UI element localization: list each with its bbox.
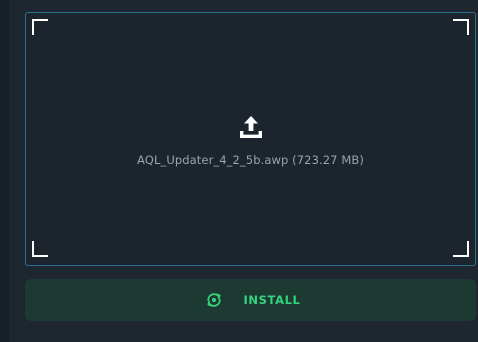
install-button-content: INSTALL [25, 279, 476, 321]
left-edge-strip [0, 0, 9, 342]
corner-top-right [453, 19, 469, 35]
file-name-label: AQL_Updater_4_2_5b.awp (723.27 MB) [137, 153, 364, 167]
corner-bottom-right [453, 241, 469, 257]
install-button[interactable]: INSTALL [25, 279, 476, 321]
file-drop-zone[interactable]: AQL_Updater_4_2_5b.awp (723.27 MB) [25, 12, 476, 266]
upload-icon [240, 116, 262, 138]
installer-panel: AQL_Updater_4_2_5b.awp (723.27 MB) INSTA… [0, 0, 478, 342]
corner-bottom-left [32, 241, 48, 257]
sync-install-icon [206, 293, 221, 307]
install-button-label: INSTALL [243, 293, 301, 307]
corner-top-left [32, 19, 48, 35]
